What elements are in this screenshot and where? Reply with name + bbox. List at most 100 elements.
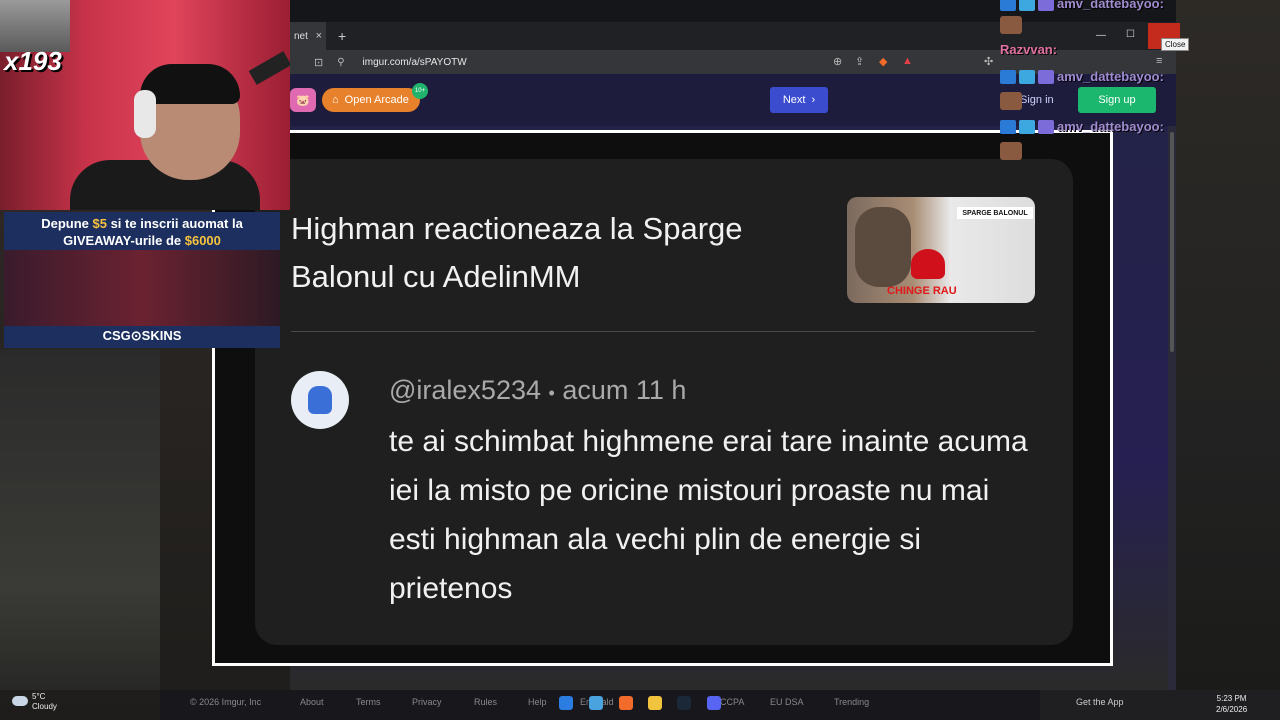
promo-line-1-prefix: Depune	[41, 216, 93, 231]
zoom-icon[interactable]: ⊕	[833, 55, 842, 68]
microphone-icon	[248, 51, 290, 85]
chat-badge-icon	[1038, 119, 1054, 134]
footer-rules-link[interactable]: Rules	[474, 697, 497, 707]
chat-badge-icon	[1038, 69, 1054, 84]
chat-username[interactable]: amv_dattebayoo:	[1057, 119, 1164, 134]
promo-amount-1: $5	[92, 216, 107, 231]
promo-amount-2: $6000	[184, 233, 221, 248]
room-background-bottom	[0, 350, 160, 690]
brave-rewards-icon[interactable]: ▲	[902, 55, 913, 67]
chat-badge-icon	[1000, 0, 1016, 11]
sponsor-banner: Depune $5 si te inscrii auomat la GIVEAW…	[4, 212, 280, 348]
chevron-right-icon: ›	[811, 94, 816, 106]
close-tooltip: Close	[1161, 38, 1190, 51]
brave-shield-icon[interactable]: ◆	[879, 55, 887, 68]
chat-badge-icon	[1019, 69, 1035, 84]
promo-line-1-suffix: si te inscrii auomat la	[106, 216, 243, 231]
chat-emote	[1000, 142, 1022, 160]
sub-alert-gif	[0, 0, 70, 52]
video-thumbnail: SPARGE BALONUL CHINGE RAU	[847, 197, 1035, 303]
chat-emote	[1000, 92, 1022, 110]
tab-label: net	[294, 30, 308, 42]
tab-active[interactable]: net ×	[290, 22, 326, 50]
share-icon[interactable]: ⇪	[855, 55, 864, 68]
menu-icon[interactable]: ≡	[1156, 55, 1162, 67]
maximize-icon[interactable]: ☐	[1126, 29, 1135, 40]
promo-artwork	[4, 250, 280, 326]
open-arcade-label: Open Arcade	[344, 94, 409, 106]
promo-line-2: GIVEAWAY-urile de $6000	[4, 233, 280, 248]
chat-badge-icon	[1038, 0, 1054, 11]
clock-time: 5:23 PM	[1216, 694, 1247, 703]
comment-author: @iralex5234	[389, 375, 541, 405]
thumbnail-face	[855, 207, 911, 287]
promo-brand: CSG⊙SKINS	[102, 328, 182, 343]
next-label: Next	[782, 94, 806, 106]
chat-emote	[1000, 16, 1022, 34]
site-info-icon[interactable]: ⚲	[337, 57, 344, 68]
open-arcade-button[interactable]: ⌂ Open Arcade	[322, 88, 420, 112]
chat-message: Razvvan:	[1000, 42, 1057, 57]
clock-date: 2/6/2026	[1216, 705, 1248, 714]
comment-meta: @iralex5234 • acum 11 h	[389, 375, 686, 406]
sub-count: x193	[4, 46, 62, 76]
thumbnail-caption: CHINGE RAU	[887, 285, 957, 297]
new-tab-button[interactable]: +	[338, 28, 346, 44]
promo-line-1: Depune $5 si te inscrii auomat la	[4, 216, 280, 231]
steam-icon[interactable]	[677, 696, 691, 710]
headphone-icon	[134, 90, 156, 138]
url-text[interactable]: imgur.com/a/sPAYOTW	[363, 57, 467, 68]
chat-badge-icon	[1000, 119, 1016, 134]
vacuum-icon	[308, 386, 332, 414]
scrollbar-thumb[interactable]	[1170, 132, 1174, 352]
footer-privacy-link[interactable]: Privacy	[412, 697, 442, 707]
minimize-icon[interactable]: —	[1096, 30, 1106, 41]
footer-copyright: © 2026 Imgur, Inc	[190, 697, 262, 707]
brave-taskbar-icon[interactable]	[619, 696, 633, 710]
arcade-badge: 10+	[412, 83, 428, 99]
system-clock[interactable]: 5:23 PM 2/6/2026	[1216, 693, 1247, 715]
footer-about-link[interactable]: About	[300, 697, 324, 707]
windows-start-icon[interactable]	[559, 696, 573, 710]
comment-time: acum 11 h	[562, 375, 687, 405]
get-the-app-link[interactable]: Get the App	[1076, 697, 1124, 707]
extensions-icon[interactable]: ✣	[984, 55, 993, 68]
divider	[291, 331, 1035, 332]
thumbnail-label: SPARGE BALONUL	[957, 207, 1033, 219]
post-image[interactable]: Highman reactioneaza la Sparge Balonul c…	[212, 130, 1113, 666]
arcade-logo-icon[interactable]: 🐷	[290, 88, 316, 112]
weather-desc: Cloudy	[32, 702, 57, 711]
chat-message: amv_dattebayoo:	[1000, 119, 1164, 134]
comment-avatar	[291, 371, 349, 429]
taskbar-app-icon[interactable]	[589, 696, 603, 710]
webcam-feed: x193	[0, 0, 290, 210]
tab-close-icon[interactable]: ×	[316, 30, 322, 42]
room-background-right	[1176, 0, 1280, 720]
promo-line-2-prefix: GIVEAWAY-urile de	[63, 233, 185, 248]
chat-badge-icon	[1019, 0, 1035, 11]
chat-badge-icon	[1000, 69, 1016, 84]
comment-separator: •	[548, 383, 555, 403]
sign-in-link[interactable]: Sign in	[1020, 94, 1054, 106]
chat-username[interactable]: amv_dattebayoo:	[1057, 69, 1164, 84]
discord-icon[interactable]	[707, 696, 721, 710]
gamepad-icon: ⌂	[332, 94, 339, 106]
chat-username[interactable]: amv_dattebayoo:	[1057, 0, 1164, 11]
footer-terms-link[interactable]: Terms	[356, 697, 381, 707]
weather-temp: 5°C	[32, 692, 46, 701]
footer-ccpa-link[interactable]: CCPA	[720, 697, 744, 707]
comment-text: te ai schimbat highmene erai tare inaint…	[389, 425, 1028, 605]
footer-help-link[interactable]: Help	[528, 697, 547, 707]
video-title: Highman reactioneaza la Sparge Balonul c…	[291, 211, 743, 294]
thumbnail-heart	[911, 249, 945, 279]
footer-trending-link[interactable]: Trending	[834, 697, 869, 707]
chat-username[interactable]: Razvvan:	[1000, 42, 1057, 57]
file-explorer-icon[interactable]	[648, 696, 662, 710]
footer-eu-dsa-link[interactable]: EU DSA	[770, 697, 804, 707]
weather-widget[interactable]: 5°C Cloudy	[10, 692, 57, 712]
bookmark-icon[interactable]: ⊡	[314, 56, 323, 69]
chat-badge-icon	[1019, 119, 1035, 134]
next-button[interactable]: Next ›	[770, 87, 828, 113]
sign-up-button[interactable]: Sign up	[1078, 87, 1156, 113]
chat-message: amv_dattebayoo:	[1000, 69, 1164, 84]
